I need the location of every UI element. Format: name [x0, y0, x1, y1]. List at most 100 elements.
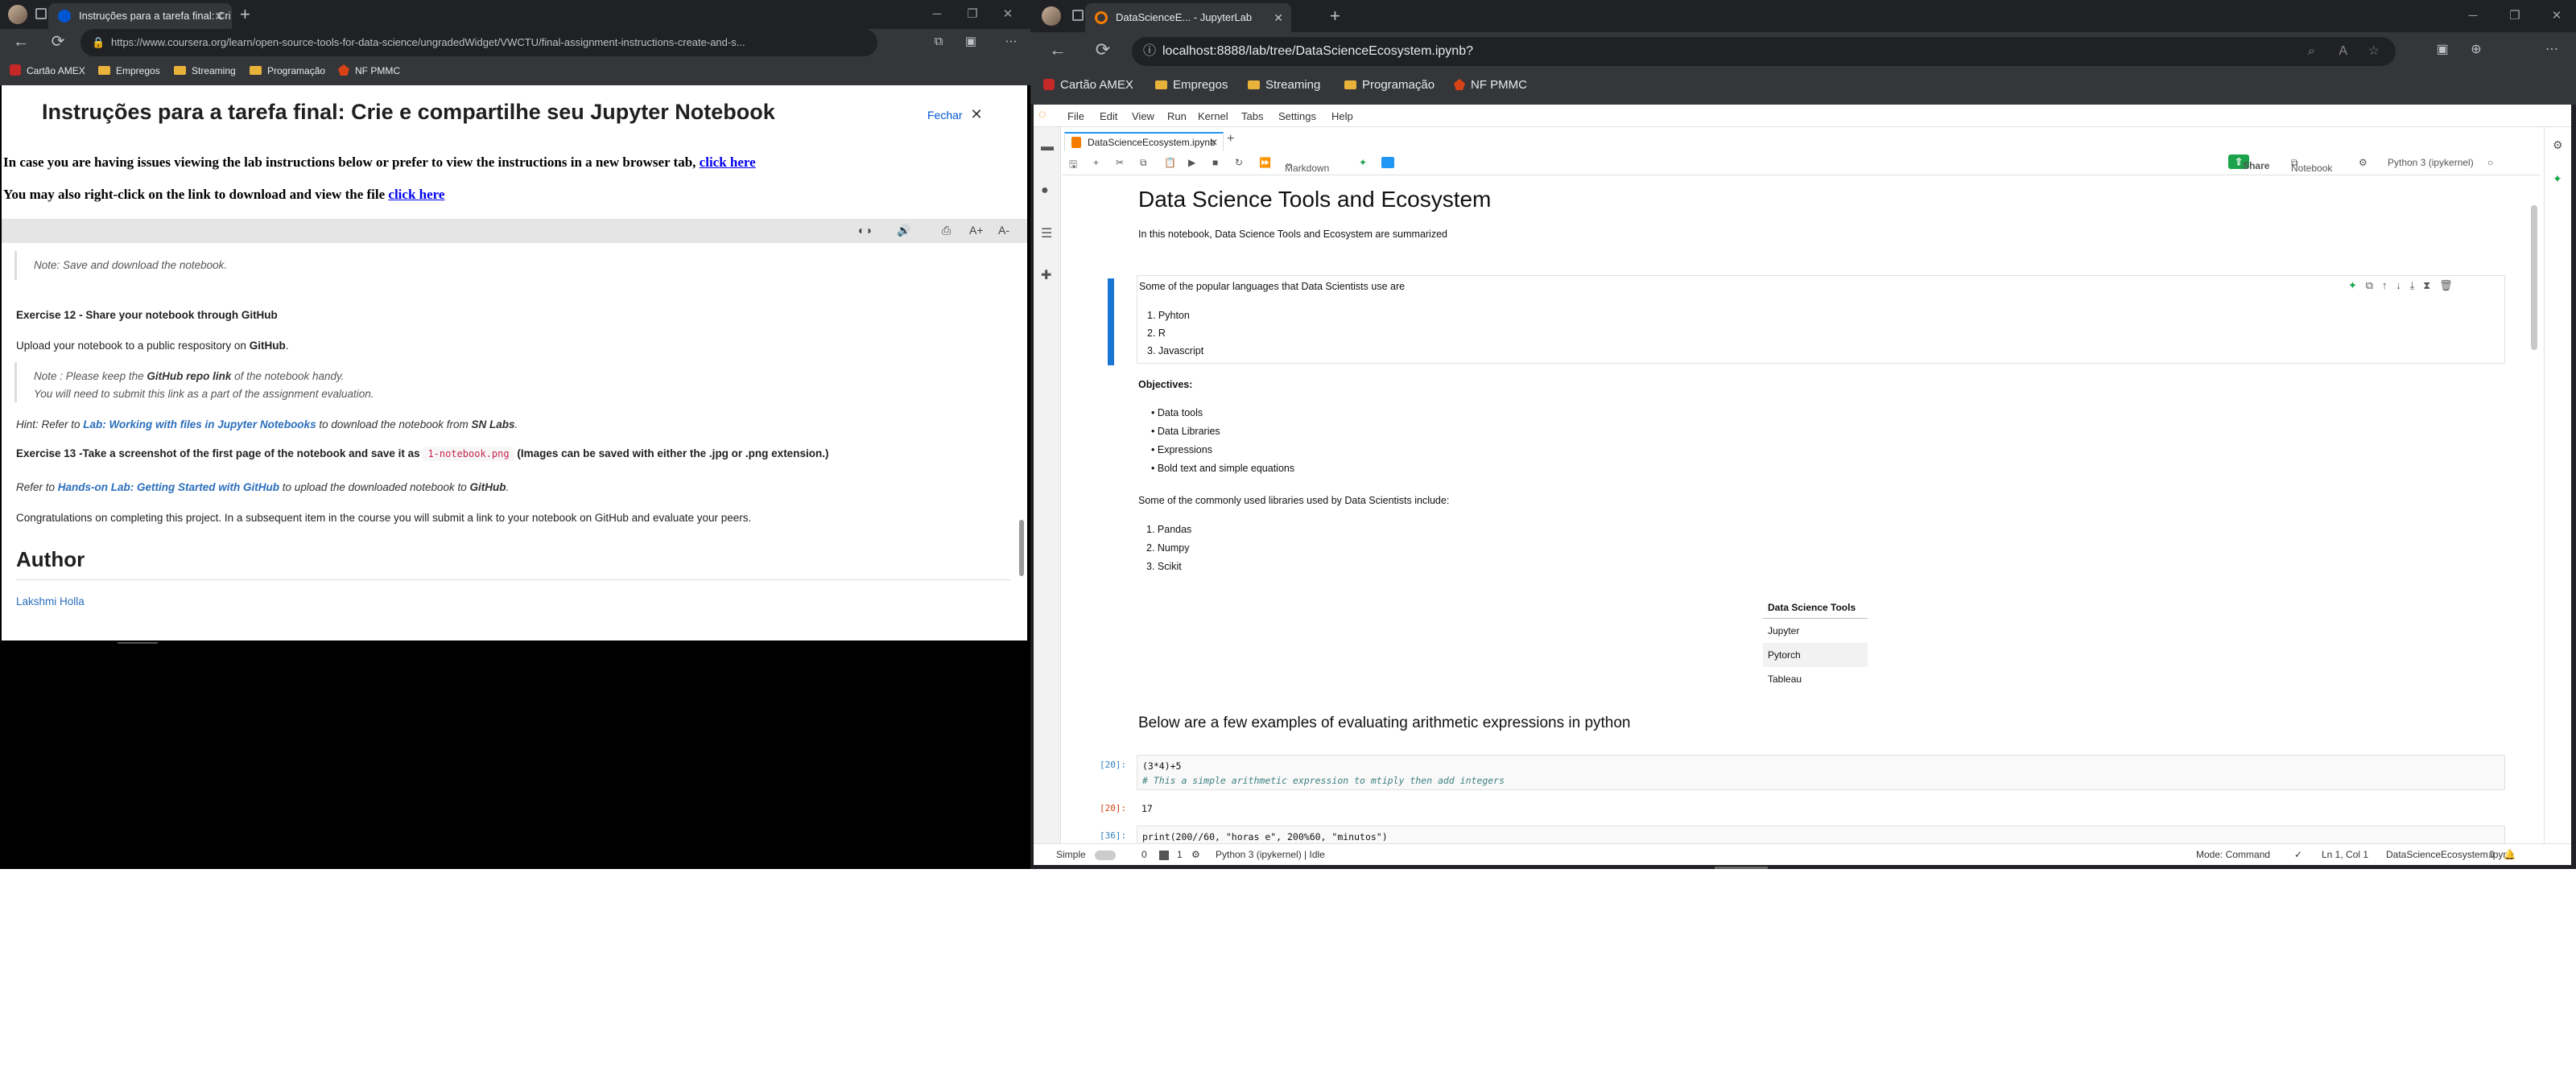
- share-button[interactable]: ⇪ Share: [2228, 154, 2269, 171]
- profile-avatar[interactable]: [1042, 6, 1061, 26]
- cell-type-select[interactable]: Markdown ⌄: [1285, 157, 1329, 174]
- kernel-status[interactable]: Python 3 (ipykernel) | Idle: [1216, 849, 1325, 860]
- right-address-bar[interactable]: ⓘ localhost:8888/lab/tree/DataScienceEco…: [1132, 37, 2396, 66]
- bookmark-programacao[interactable]: Programação: [250, 61, 325, 80]
- insert-cell-icon[interactable]: +: [1093, 157, 1099, 168]
- duplicate-icon[interactable]: ⧉: [2366, 279, 2373, 291]
- new-launcher-icon[interactable]: +: [1227, 132, 1234, 146]
- theme-toggle-icon[interactable]: ◐◑: [858, 224, 872, 237]
- font-increase-icon[interactable]: A+: [969, 224, 984, 237]
- hint-link[interactable]: Lab: Working with files in Jupyter Noteb…: [83, 418, 316, 430]
- close-window-icon[interactable]: ✕: [2539, 2, 2574, 31]
- save-icon[interactable]: 🖫: [1069, 157, 1077, 174]
- running-kernels-icon[interactable]: ●: [1041, 183, 1049, 198]
- stop-icon[interactable]: ■: [1212, 157, 1218, 168]
- fast-forward-icon[interactable]: ⏩: [1259, 157, 1271, 168]
- maximize-icon[interactable]: ❐: [955, 0, 990, 29]
- menu-file[interactable]: File: [1067, 110, 1084, 122]
- code-review-icon[interactable]: [1381, 157, 1394, 168]
- extensions-icon[interactable]: ✚: [1041, 267, 1051, 283]
- author-name[interactable]: Lakshmi Holla: [16, 595, 85, 608]
- menu-help[interactable]: Help: [1331, 110, 1353, 122]
- menu-edit[interactable]: Edit: [1100, 110, 1117, 122]
- print-icon[interactable]: ⎙: [942, 224, 951, 237]
- issue-link[interactable]: click here: [700, 154, 756, 170]
- ai-icon[interactable]: ✦: [2348, 279, 2357, 291]
- notebook-scrollbar[interactable]: [2531, 205, 2537, 350]
- bookmark-programacao[interactable]: Programação: [1344, 76, 1435, 95]
- right-tab-active[interactable]: DataScienceE... - JupyterLab ✕: [1085, 3, 1291, 32]
- read-aloud-icon[interactable]: A: [2339, 37, 2347, 66]
- left-tab-active[interactable]: Instruções para a tarefa final: Cri ✕: [48, 3, 232, 29]
- close-tab-icon[interactable]: ✕: [214, 3, 224, 29]
- close-tab-icon[interactable]: ✕: [1274, 3, 1283, 32]
- profile-sync-icon[interactable]: ⊕: [2463, 37, 2489, 63]
- collections-icon[interactable]: ▣: [2429, 37, 2455, 63]
- move-up-icon[interactable]: ↑: [2382, 279, 2388, 291]
- refer-link[interactable]: Hands-on Lab: Getting Started with GitHu…: [58, 481, 279, 493]
- kernel-name[interactable]: Python 3 (ipykernel): [2388, 157, 2474, 168]
- code-cell[interactable]: print(200//60, "horas e", 200%60, "minut…: [1137, 826, 2505, 843]
- cursor-position[interactable]: Ln 1, Col 1: [2322, 849, 2368, 860]
- bookmark-amex[interactable]: Cartão AMEX: [10, 61, 85, 80]
- more-icon[interactable]: ⋯: [998, 29, 1024, 55]
- profile-avatar[interactable]: [8, 5, 27, 24]
- close-button[interactable]: Fechar ✕: [927, 106, 983, 123]
- download-link[interactable]: click here: [388, 187, 444, 202]
- menu-kernel[interactable]: Kernel: [1198, 110, 1228, 122]
- page-scrollbar[interactable]: [1019, 520, 1024, 576]
- new-tab-button[interactable]: +: [240, 0, 250, 29]
- notebook-tab[interactable]: DataScienceEcosystem.ipynb ✕: [1064, 132, 1224, 151]
- bookmark-empregos[interactable]: Empregos: [98, 61, 160, 80]
- left-address-bar[interactable]: 🔒 https://www.coursera.org/learn/open-so…: [80, 29, 877, 56]
- maximize-icon[interactable]: ❐: [2497, 2, 2533, 31]
- bell-icon[interactable]: 🔔: [2504, 849, 2516, 860]
- favorite-star-icon[interactable]: ☆: [2368, 37, 2380, 66]
- menu-tabs[interactable]: Tabs: [1241, 110, 1263, 122]
- tab-search-icon[interactable]: [1072, 10, 1084, 21]
- font-decrease-icon[interactable]: A-: [998, 224, 1009, 237]
- cut-icon[interactable]: ✂: [1116, 157, 1124, 168]
- run-icon[interactable]: ▶: [1188, 157, 1195, 168]
- notebook-mode-button[interactable]: Notebook ⧉: [2291, 157, 2332, 174]
- settings-gear-icon[interactable]: ⚙: [2359, 157, 2368, 168]
- code-cell[interactable]: (3*4)+5 # This a simple arithmetic expre…: [1137, 755, 2505, 790]
- tab-search-icon[interactable]: [35, 8, 47, 19]
- reload-icon[interactable]: ⟳: [1090, 37, 1116, 63]
- format-icon[interactable]: ⧗: [2423, 279, 2430, 291]
- menu-settings[interactable]: Settings: [1278, 110, 1316, 122]
- bookmark-streaming[interactable]: Streaming: [174, 61, 236, 80]
- close-tab-icon[interactable]: ✕: [1210, 134, 1218, 151]
- read-aloud-icon[interactable]: 🔊: [897, 224, 910, 237]
- bookmark-amex[interactable]: Cartão AMEX: [1043, 76, 1133, 95]
- collections-icon[interactable]: ▣: [958, 29, 984, 55]
- delete-icon[interactable]: 🗑: [2439, 279, 2453, 291]
- minimize-icon[interactable]: ─: [2455, 2, 2491, 31]
- zoom-icon[interactable]: ⌕: [2308, 37, 2315, 66]
- bookmark-empregos[interactable]: Empregos: [1155, 76, 1228, 95]
- selected-markdown-cell[interactable]: Some of the popular languages that Data …: [1137, 275, 2505, 364]
- minimize-icon[interactable]: ─: [919, 0, 955, 29]
- move-down-icon[interactable]: ↓: [2396, 279, 2401, 291]
- reload-icon[interactable]: ⟳: [45, 29, 71, 55]
- bookmark-nf-pmmc[interactable]: NF PMMC: [338, 61, 400, 80]
- bookmark-nf-pmmc[interactable]: NF PMMC: [1454, 76, 1527, 95]
- ai-assistant-icon[interactable]: ✦: [2553, 172, 2562, 186]
- back-icon[interactable]: ←: [1045, 37, 1071, 63]
- restart-icon[interactable]: ↻: [1235, 157, 1243, 168]
- menu-run[interactable]: Run: [1167, 110, 1187, 122]
- back-icon[interactable]: ←: [8, 29, 34, 55]
- extensions-icon[interactable]: ⧉: [926, 29, 952, 55]
- insert-below-icon[interactable]: ⤓: [2410, 279, 2415, 291]
- more-icon[interactable]: ⋯: [2539, 37, 2565, 63]
- new-tab-button[interactable]: +: [1330, 2, 1340, 31]
- menu-view[interactable]: View: [1132, 110, 1154, 122]
- table-of-contents-icon[interactable]: ☰: [1041, 225, 1052, 241]
- file-browser-icon[interactable]: ▬: [1041, 140, 1054, 154]
- paste-icon[interactable]: 📋: [1164, 157, 1176, 168]
- copy-icon[interactable]: ⧉: [1140, 157, 1147, 169]
- property-inspector-icon[interactable]: ⚙: [2553, 138, 2563, 152]
- ai-cell-icon[interactable]: ✦: [1359, 157, 1367, 168]
- close-window-icon[interactable]: ✕: [990, 0, 1026, 29]
- simple-mode-toggle[interactable]: [1095, 851, 1116, 860]
